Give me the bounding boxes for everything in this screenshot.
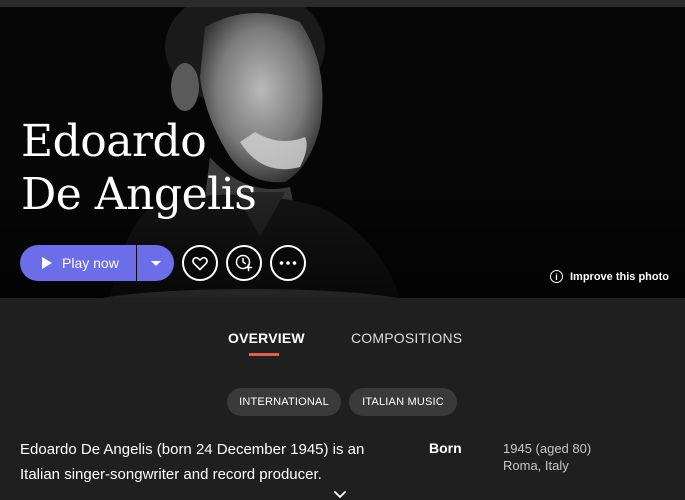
artist-name: Edoardo De Angelis <box>21 115 257 221</box>
born-place: Roma, Italy <box>503 458 569 473</box>
add-to-queue-button[interactable] <box>226 245 262 281</box>
expand-chevron-icon[interactable] <box>333 488 347 500</box>
clock-plus-icon <box>235 254 253 272</box>
genre-chip-italian-music[interactable]: ITALIAN MUSIC <box>349 388 457 416</box>
play-icon <box>42 257 52 269</box>
improve-photo-link[interactable]: i Improve this photo <box>550 270 669 283</box>
artist-name-line2: De Angelis <box>21 169 257 220</box>
tab-overview[interactable]: OVERVIEW <box>228 330 305 346</box>
improve-photo-label: Improve this photo <box>570 270 669 283</box>
genre-chip-international[interactable]: INTERNATIONAL <box>227 388 341 416</box>
favorite-button[interactable] <box>182 245 218 281</box>
play-now-label: Play now <box>62 255 119 271</box>
play-now-button[interactable]: Play now <box>20 245 136 281</box>
born-date: 1945 (aged 80) <box>503 441 592 456</box>
play-options-dropdown[interactable] <box>137 245 174 281</box>
heart-icon <box>192 256 208 270</box>
artist-tabs: OVERVIEW COMPOSITIONS <box>0 330 685 360</box>
born-label: Born <box>429 440 462 456</box>
chevron-down-icon <box>150 260 161 266</box>
more-options-button[interactable] <box>270 245 306 281</box>
top-bar <box>0 0 685 7</box>
active-tab-indicator <box>249 353 279 356</box>
tab-compositions[interactable]: COMPOSITIONS <box>351 330 462 346</box>
info-icon: i <box>550 270 563 283</box>
artist-name-line1: Edoardo <box>21 116 207 167</box>
artist-bio: Edoardo De Angelis (born 24 December 194… <box>20 441 365 483</box>
more-horizontal-icon <box>279 261 297 265</box>
born-value: 1945 (aged 80) Roma, Italy <box>503 440 591 474</box>
